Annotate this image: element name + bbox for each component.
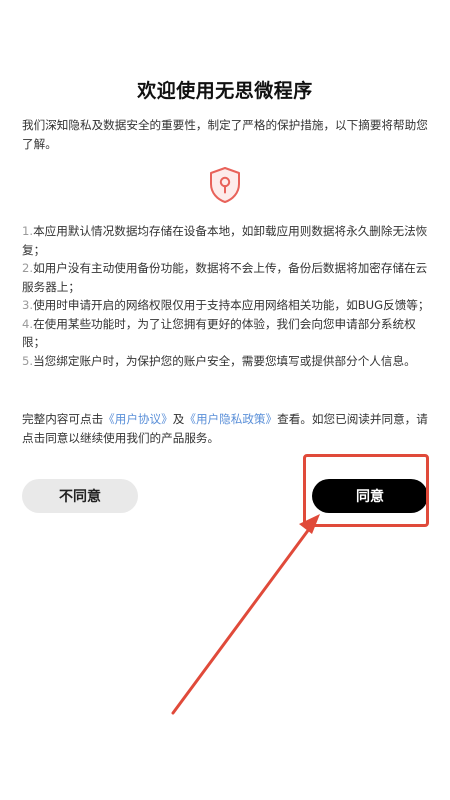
term-item: 4.在使用某些功能时，为了让您拥有更好的体验，我们会向您申请部分系统权限；: [22, 315, 434, 352]
term-item: 3.使用时申请开启的网络权限仅用于支持本应用网络相关功能，如BUG反馈等；: [22, 296, 434, 315]
term-number: 3.: [22, 298, 34, 312]
term-item: 5.当您绑定账户时，为保护您的账户安全，需要您填写或提供部分个人信息。: [22, 352, 434, 371]
term-number: 4.: [22, 316, 34, 331]
term-text: 在使用某些功能时，为了让您拥有更好的体验，我们会向您申请部分系统权限；: [22, 316, 416, 350]
agree-button[interactable]: 同意: [312, 479, 428, 513]
term-item: 1.本应用默认情况数据均存储在设备本地，如卸载应用则数据将永久删除无法恢复；: [22, 222, 434, 259]
agreement-summary-text: 完整内容可点击《用户协议》及《用户隐私政策》查看。如您已阅读并同意，请点击同意以…: [22, 410, 434, 448]
term-number: 2.: [22, 261, 34, 275]
term-item: 2.如用户没有主动使用备份功能，数据将不会上传，备份后数据将加密存储在云服务器上…: [22, 259, 434, 296]
term-text: 当您绑定账户时，为保护您的账户安全，需要您填写或提供部分个人信息。: [33, 353, 416, 368]
term-number: 1.: [22, 224, 34, 238]
term-text: 使用时申请开启的网络权限仅用于支持本应用网络相关功能，如BUG反馈等；: [33, 298, 430, 312]
page-title: 欢迎使用无思微程序: [137, 80, 313, 102]
user-agreement-link[interactable]: 《用户协议》: [103, 412, 173, 426]
privacy-intro-text: 我们深知隐私及数据安全的重要性，制定了严格的保护措施，以下摘要将帮助您了解。: [22, 118, 428, 151]
summary-and: 及: [172, 412, 185, 426]
shield-keyhole-icon: [210, 167, 240, 203]
privacy-terms-list: 1.本应用默认情况数据均存储在设备本地，如卸载应用则数据将永久删除无法恢复； 2…: [22, 222, 434, 370]
term-text: 如用户没有主动使用备份功能，数据将不会上传，备份后数据将加密存储在云服务器上；: [22, 261, 428, 294]
term-number: 5.: [22, 353, 34, 368]
term-text: 本应用默认情况数据均存储在设备本地，如卸载应用则数据将永久删除无法恢复；: [22, 224, 428, 257]
privacy-policy-link[interactable]: 《用户隐私政策》: [184, 412, 277, 426]
disagree-button[interactable]: 不同意: [22, 479, 138, 513]
summary-prefix: 完整内容可点击: [22, 412, 104, 426]
